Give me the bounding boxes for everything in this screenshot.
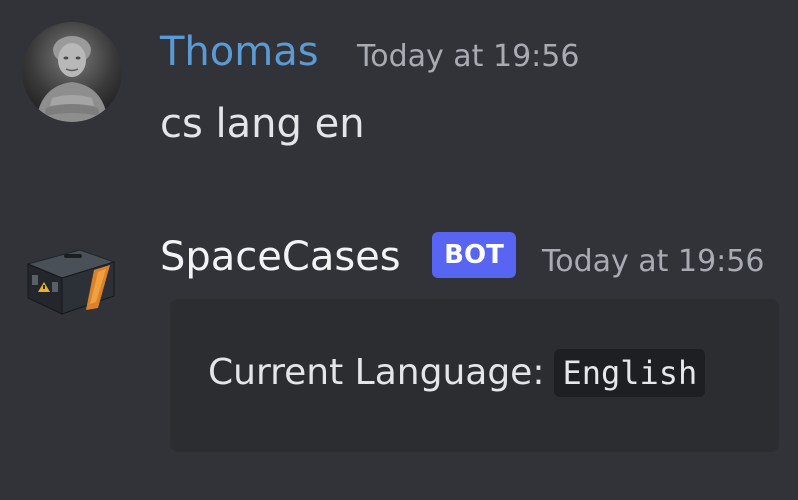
- bot-badge: BOT: [432, 232, 516, 278]
- inline-code-value: English: [554, 348, 706, 397]
- message-timestamp[interactable]: Today at 19:56: [357, 42, 579, 72]
- message-embed: Current Language: English: [170, 299, 779, 452]
- chat-container: Thomas Today at 19:56 cs lang en SpaceCa: [0, 0, 798, 500]
- case-box-icon: [26, 249, 116, 315]
- user-portrait-icon: [22, 22, 122, 122]
- embed-field-label: Current Language:: [208, 352, 545, 393]
- message-content: cs lang en: [160, 101, 365, 147]
- spacecases-avatar[interactable]: [20, 230, 120, 330]
- thomas-avatar[interactable]: [22, 22, 122, 122]
- embed-field: Current Language: English: [208, 344, 706, 401]
- author-name[interactable]: Thomas: [160, 32, 319, 72]
- author-name[interactable]: SpaceCases: [160, 237, 401, 277]
- message-timestamp[interactable]: Today at 19:56: [542, 247, 764, 277]
